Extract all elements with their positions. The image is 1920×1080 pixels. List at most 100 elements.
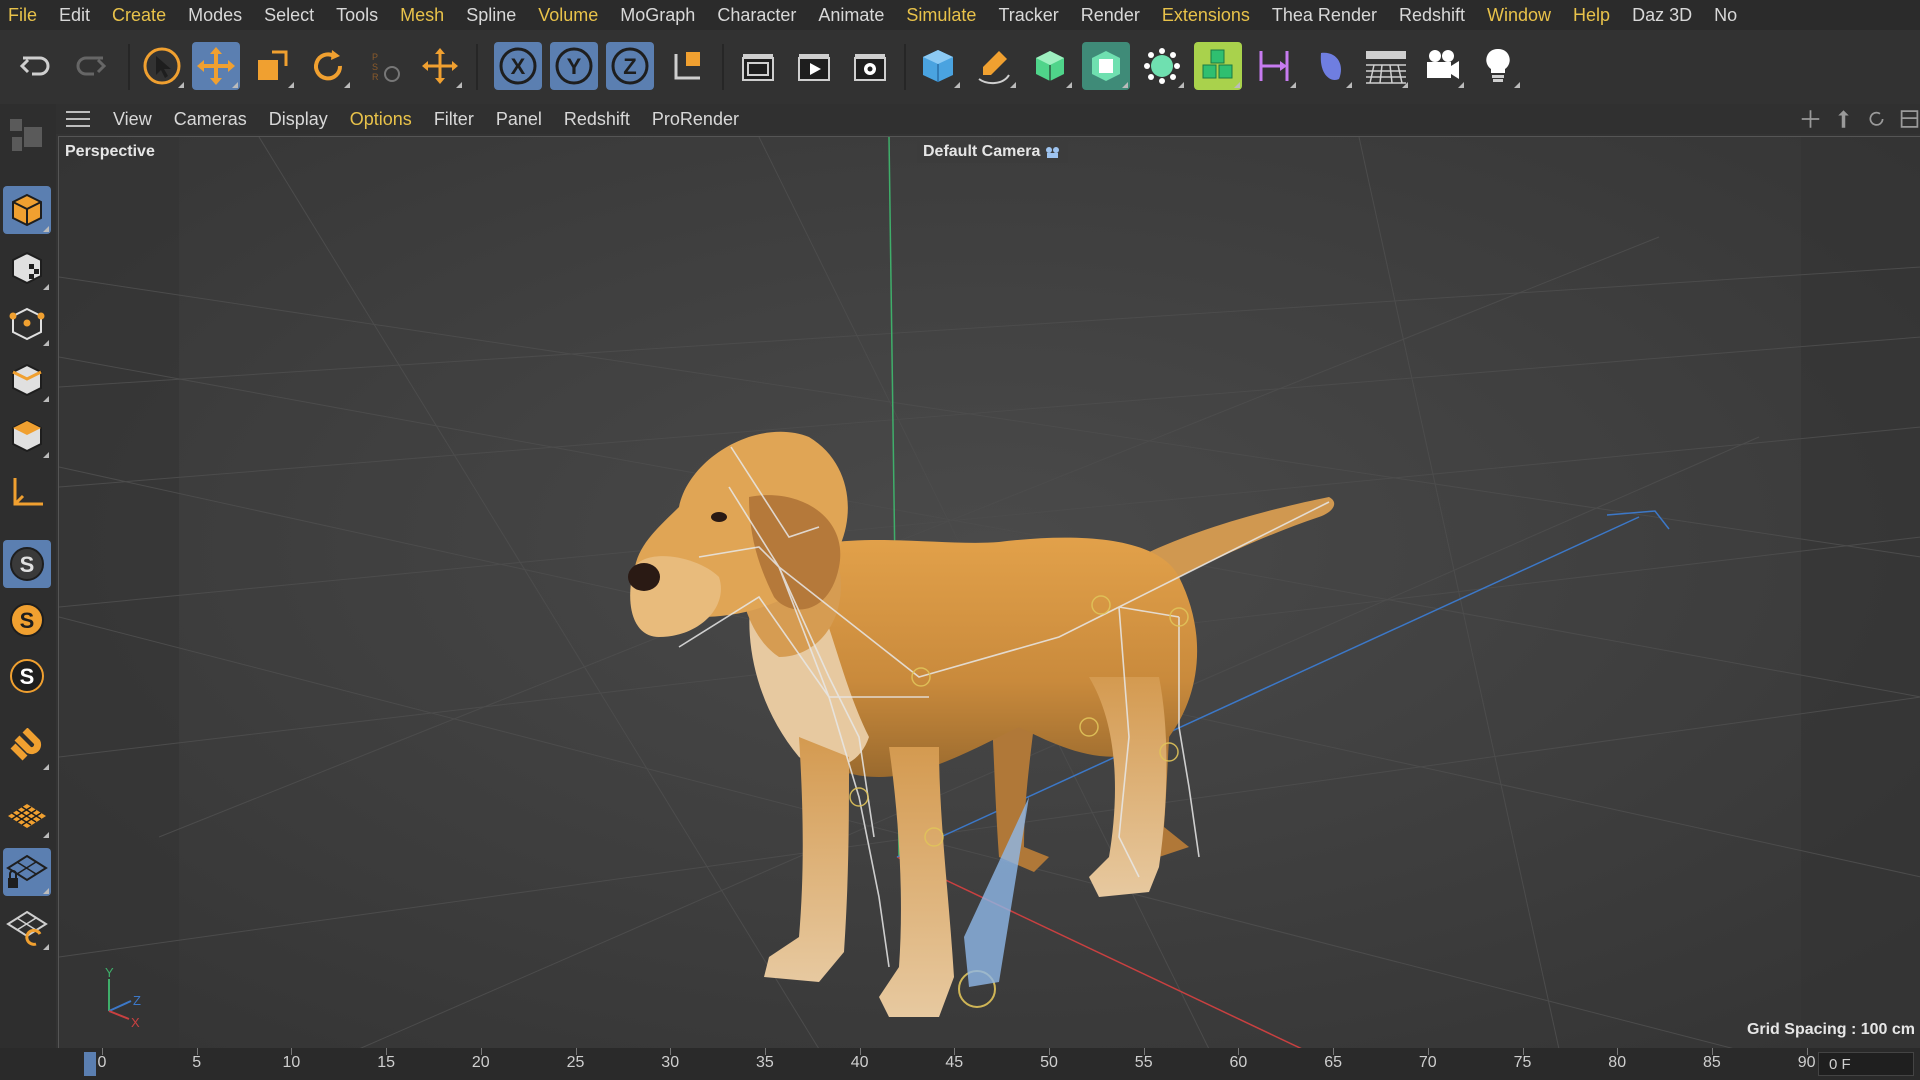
camera-icon [1427, 50, 1459, 79]
menu-edit[interactable]: Edit [48, 5, 101, 26]
render-view-icon [742, 54, 774, 81]
timeline-tick-label: 75 [1513, 1054, 1532, 1071]
menu-create[interactable]: Create [101, 5, 177, 26]
viewport-menu-cameras[interactable]: Cameras [163, 109, 258, 130]
z-axis-button[interactable]: Z [606, 42, 654, 90]
viewport-menu-filter[interactable]: Filter [423, 109, 485, 130]
menu-daz-3d[interactable]: Daz 3D [1621, 5, 1703, 26]
mograph-cloner-button[interactable] [1138, 42, 1186, 90]
y-axis-button[interactable]: Y [550, 42, 598, 90]
gizmo-x-label: X [131, 1015, 140, 1030]
floor-button[interactable] [1362, 42, 1410, 90]
viewport-menu-panel[interactable]: Panel [485, 109, 553, 130]
psr-button[interactable]: PSR [360, 42, 408, 90]
current-frame-field[interactable]: 0 F [1818, 1052, 1914, 1076]
viewport-menu-view[interactable]: View [102, 109, 163, 130]
timeline-tick-label: 0 [97, 1054, 107, 1071]
menu-help[interactable]: Help [1562, 5, 1621, 26]
scale-tool-button[interactable] [248, 42, 296, 90]
coordinate-move-button[interactable] [416, 42, 464, 90]
solo-hierarchy-button[interactable]: S [3, 652, 51, 700]
3d-viewport[interactable]: Perspective Default Camera Grid Spacing … [58, 136, 1920, 1049]
edges-mode-button[interactable] [3, 356, 51, 404]
polygons-mode-button[interactable] [3, 412, 51, 460]
zoom-icon[interactable] [1833, 107, 1854, 131]
model-mode-button[interactable] [3, 186, 51, 234]
solo-single-button[interactable]: S [3, 596, 51, 644]
voxel-button[interactable] [1194, 42, 1242, 90]
menu-animate[interactable]: Animate [807, 5, 895, 26]
solo-off-button[interactable]: S [3, 540, 51, 588]
orbit-icon[interactable] [1866, 107, 1887, 131]
menu-no[interactable]: No [1703, 5, 1748, 26]
floor-icon [1366, 51, 1406, 84]
camera-link-icon [1046, 147, 1060, 158]
menu-simulate[interactable]: Simulate [895, 5, 987, 26]
world-coordinates-button[interactable] [664, 42, 712, 90]
menu-volume[interactable]: Volume [527, 5, 609, 26]
menu-mograph[interactable]: MoGraph [609, 5, 706, 26]
timeline-tick-label: 80 [1608, 1054, 1627, 1071]
menu-spline[interactable]: Spline [455, 5, 527, 26]
menu-extensions[interactable]: Extensions [1151, 5, 1261, 26]
viewport-menu-redshift[interactable]: Redshift [553, 109, 641, 130]
rotate-tool-button[interactable] [304, 42, 352, 90]
snap-button[interactable] [3, 724, 51, 772]
timeline-playhead[interactable] [84, 1052, 96, 1076]
timeline-tick-label: 45 [945, 1054, 964, 1071]
field-button[interactable] [1306, 42, 1354, 90]
camera-name-label[interactable]: Default Camera [917, 141, 1069, 163]
extrude-icon [1092, 51, 1120, 81]
x-axis-lock-icon: X [499, 47, 537, 85]
redo-button[interactable] [66, 42, 114, 90]
select-tool-button[interactable] [138, 42, 186, 90]
grid-spacing-label: Grid Spacing : 100 cm [1746, 1021, 1915, 1038]
viewport-menu-options[interactable]: Options [339, 109, 423, 130]
render-picture-viewer-button[interactable] [790, 42, 838, 90]
coordinate-move-icon [422, 48, 458, 84]
move-tool-button[interactable] [192, 42, 240, 90]
svg-text:X: X [511, 54, 526, 79]
maximize-view-icon[interactable] [1899, 107, 1920, 131]
edges-mode-icon [12, 363, 42, 397]
pen-spline-button[interactable] [970, 42, 1018, 90]
camera-button[interactable] [1418, 42, 1466, 90]
points-mode-button[interactable] [3, 300, 51, 348]
menu-tools[interactable]: Tools [325, 5, 389, 26]
menu-select[interactable]: Select [253, 5, 325, 26]
cube-primitive-button[interactable] [914, 42, 962, 90]
extrude-button[interactable] [1082, 42, 1130, 90]
timeline-ruler[interactable]: 0 F 0 5 10 15 20 25 30 35 40 45 50 55 60 65 70 75 80 85 90 [0, 1048, 1920, 1080]
viewport-menu-display[interactable]: Display [258, 109, 339, 130]
texture-mode-button[interactable] [3, 244, 51, 292]
menu-file[interactable]: File [0, 5, 48, 26]
menu-render[interactable]: Render [1070, 5, 1151, 26]
pan-icon[interactable] [1800, 107, 1821, 131]
locked-workplane-button[interactable] [3, 848, 51, 896]
menu-thea-render[interactable]: Thea Render [1261, 5, 1388, 26]
x-axis-button[interactable]: X [494, 42, 542, 90]
viewport-menu-icon[interactable] [66, 111, 90, 127]
render-settings-button[interactable] [846, 42, 894, 90]
undo-button[interactable] [12, 42, 60, 90]
menu-window[interactable]: Window [1476, 5, 1562, 26]
make-editable-button[interactable] [3, 112, 51, 160]
render-view-button[interactable] [734, 42, 782, 90]
workplane-rotate-button[interactable] [3, 904, 51, 952]
workplane-button[interactable] [3, 792, 51, 840]
light-button[interactable] [1474, 42, 1522, 90]
timeline-tick-mark [291, 1048, 293, 1055]
timeline-tick-mark [386, 1048, 388, 1055]
deformer-button[interactable] [1250, 42, 1298, 90]
viewport-menu-prorender[interactable]: ProRender [641, 109, 750, 130]
menu-character[interactable]: Character [706, 5, 807, 26]
svg-text:S: S [372, 62, 378, 72]
menu-tracker[interactable]: Tracker [987, 5, 1069, 26]
subdivision-button[interactable] [1026, 42, 1074, 90]
menu-mesh[interactable]: Mesh [389, 5, 455, 26]
menu-redshift[interactable]: Redshift [1388, 5, 1476, 26]
timeline-tick-mark [954, 1048, 956, 1055]
workplane-icon [8, 804, 46, 828]
axis-mode-button[interactable] [3, 468, 51, 516]
menu-modes[interactable]: Modes [177, 5, 253, 26]
